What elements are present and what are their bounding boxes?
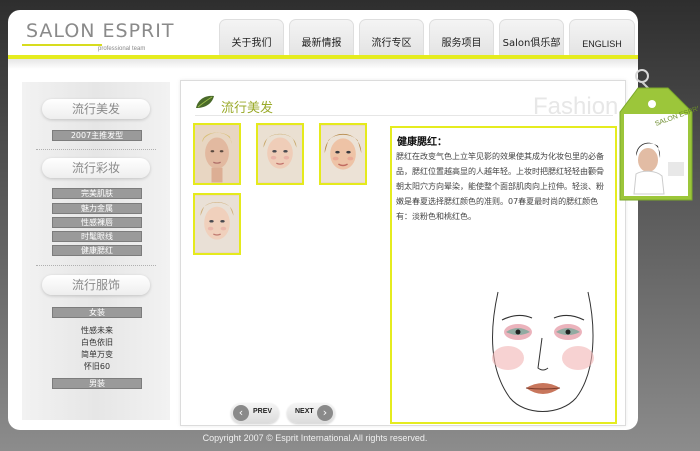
logo-text: SALON ESPRIT	[26, 20, 175, 42]
article-title: 健康腮红：	[397, 137, 447, 148]
fashion-watermark: Fashion	[533, 93, 619, 120]
sidebar-heading-hair[interactable]: 流行美发	[42, 99, 150, 119]
prev-label: PREV	[253, 408, 273, 415]
article-panel: 健康腮红： 腮红在改变气色上立竿见影的效果使其成为化妆包里的必备品，腮红位置越高…	[390, 126, 617, 424]
sidebar-heading-makeup[interactable]: 流行彩妆	[42, 158, 150, 178]
model-thumbnail[interactable]	[256, 123, 304, 185]
sidebar-item-2007-hairstyle[interactable]: 2007主推发型	[52, 130, 142, 141]
main-panel: 流行美发 Fashion 健康腮红： 腮红在改变气色上立竿见影的效果使其成为化妆…	[180, 80, 626, 426]
sidebar-item-sexy-future[interactable]: 性感未来	[52, 325, 142, 336]
header-shadow	[8, 59, 638, 69]
blush-face-illustration	[492, 291, 594, 412]
salon-esprit-hang-tag[interactable]: SALON ESPRIT	[612, 66, 698, 208]
next-button[interactable]: NEXT ›	[287, 403, 335, 423]
nav-tab-english[interactable]: ENGLISH	[569, 19, 635, 55]
arrow-left-icon: ‹	[233, 405, 249, 421]
sidebar-item-simple[interactable]: 简单万变	[52, 349, 142, 360]
sidebar: 流行美发 2007主推发型 流行彩妆 完美肌肤 魅力金属 性感裸唇 时髦眼线 健…	[22, 82, 170, 420]
sidebar-item-nude-lips[interactable]: 性感裸唇	[52, 217, 142, 228]
nav-tab-club[interactable]: Salon俱乐部	[499, 19, 564, 55]
sidebar-item-metallic[interactable]: 魅力金属	[52, 203, 142, 214]
sidebar-divider	[36, 265, 156, 266]
sidebar-item-white[interactable]: 白色依旧	[52, 337, 142, 348]
nav-tab-news[interactable]: 最新情报	[289, 19, 354, 55]
next-label: NEXT	[295, 408, 314, 415]
model-thumbnail[interactable]	[193, 193, 241, 255]
logo-subtitle: professional team	[98, 46, 146, 52]
footer-copyright: Copyright 2007 © Esprit International.Al…	[202, 433, 428, 443]
nav-tab-services[interactable]: 服务项目	[429, 19, 494, 55]
arrow-right-icon: ›	[317, 405, 333, 421]
sidebar-item-mens[interactable]: 男装	[52, 378, 142, 389]
sidebar-item-perfect-skin[interactable]: 完美肌肤	[52, 188, 142, 199]
prev-button[interactable]: ‹ PREV	[231, 403, 279, 423]
sidebar-heading-fashion[interactable]: 流行服饰	[42, 275, 150, 295]
sidebar-item-blush[interactable]: 健康腮红	[52, 245, 142, 256]
nav-tab-trends[interactable]: 流行专区	[359, 19, 424, 55]
page-title: 流行美发	[221, 101, 274, 116]
leaf-icon	[196, 95, 214, 108]
article-body: 腮红在改变气色上立竿见影的效果使其成为化妆包里的必备品，腮红位置越高显的人越年轻…	[396, 152, 604, 221]
model-thumbnail[interactable]	[193, 123, 241, 185]
page-frame: SALON ESPRIT professional team 关于我们 最新情报…	[8, 10, 638, 430]
sidebar-item-retro60[interactable]: 怀旧60	[52, 361, 142, 372]
model-thumbnail[interactable]	[319, 123, 367, 185]
nav-tab-about[interactable]: 关于我们	[219, 19, 284, 55]
logo-underline	[22, 44, 102, 46]
sidebar-item-womens[interactable]: 女装	[52, 307, 142, 318]
logo[interactable]: SALON ESPRIT professional team	[22, 20, 175, 54]
sidebar-divider	[36, 149, 156, 150]
title-divider	[195, 115, 613, 116]
top-nav: 关于我们 最新情报 流行专区 服务项目 Salon俱乐部 ENGLISH	[219, 19, 635, 59]
sidebar-item-eyeliner[interactable]: 时髦眼线	[52, 231, 142, 242]
